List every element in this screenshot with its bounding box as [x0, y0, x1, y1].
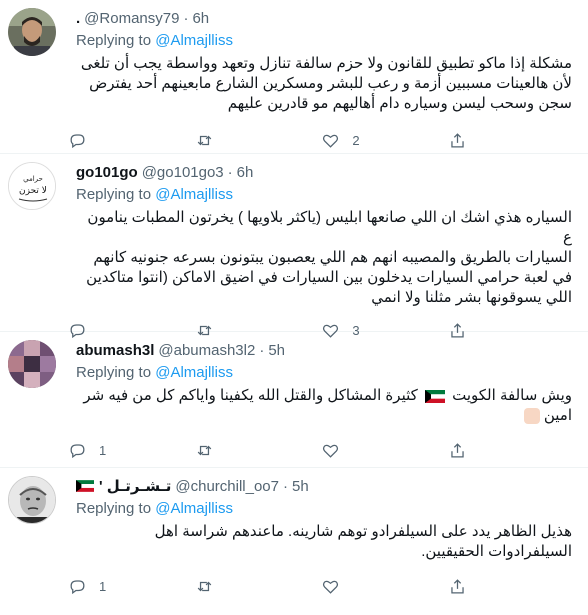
share-button[interactable] [448, 131, 508, 150]
replying-to: Replying to @Almajlliss [76, 30, 572, 52]
timestamp[interactable]: 5h [292, 478, 309, 495]
timestamp[interactable]: 5h [268, 342, 285, 359]
user-handle[interactable]: @churchill_oo7 [175, 478, 279, 495]
display-name[interactable]: go101go [76, 164, 138, 181]
replying-to: Replying to @Almajlliss [76, 184, 572, 206]
display-name[interactable]: . [76, 10, 80, 27]
reply-button[interactable]: 1 [68, 577, 128, 596]
avatar[interactable] [8, 476, 56, 524]
separator-dot: · [259, 341, 265, 359]
like-icon [323, 134, 339, 148]
kuwait-flag-icon [424, 389, 445, 403]
mention-link[interactable]: @Almajlliss [155, 186, 233, 203]
reply-button[interactable]: 1 [68, 441, 128, 460]
user-handle[interactable]: @go101go3 [142, 164, 224, 181]
replying-to: Replying to @Almajlliss [76, 362, 572, 384]
retweet-icon [197, 581, 211, 591]
reply-count: 1 [99, 442, 107, 458]
user-handle[interactable]: @Romansy79 [84, 10, 179, 27]
tweet-text: السياره هذي اشك ان اللي صانعها ابليس (يا… [86, 209, 572, 306]
like-icon [323, 444, 339, 458]
tweet-text: ويش سالفة الكويت كثيرة المشاكل والقتل ال… [76, 386, 572, 426]
text-part: كثيرة المشاكل والقتل الله يكفينا واياكم … [83, 387, 418, 404]
mention-link[interactable]: @Almajlliss [155, 364, 233, 381]
avatar[interactable] [8, 8, 56, 56]
reply-count: 1 [99, 578, 107, 594]
replying-prefix: Replying to [76, 32, 156, 49]
tweet[interactable]: . @Romansy79 · 6h Replying to @Almajllis… [0, 0, 588, 154]
share-icon [451, 578, 464, 593]
replying-prefix: Replying to [76, 186, 156, 203]
action-bar: 1 [68, 566, 508, 606]
like-button[interactable] [321, 441, 381, 460]
tweet-header: go101go @go101go3 · 6h [76, 162, 572, 182]
reply-icon [70, 443, 85, 458]
timestamp[interactable]: 6h [192, 10, 209, 27]
mention-link[interactable]: @Almajlliss [155, 500, 233, 517]
reply-icon [70, 133, 85, 148]
avatar[interactable] [8, 340, 56, 388]
separator-dot: · [283, 477, 288, 495]
retweet-button[interactable] [195, 131, 255, 150]
replying-prefix: Replying to [76, 364, 156, 381]
text-part: امين [543, 407, 572, 424]
tweet[interactable]: ' تـشـرتـل @churchill_oo7 · 5h Replying … [0, 468, 588, 615]
tweet-text: مشكلة إذا ماكو تطبيق للقانون ولا حزم سال… [80, 55, 572, 112]
share-button[interactable] [448, 441, 508, 460]
mention-link[interactable]: @Almajlliss [155, 32, 233, 49]
retweet-icon [197, 445, 211, 455]
text-part: ويش سالفة الكويت [452, 387, 572, 404]
svg-text:لا تحزن: لا تحزن [19, 186, 47, 196]
praying-hands-icon [523, 408, 540, 425]
display-name[interactable]: abumash3l [76, 342, 154, 359]
share-button[interactable] [448, 577, 508, 596]
like-icon [323, 580, 339, 594]
like-button[interactable] [321, 577, 381, 596]
tweet[interactable]: abumash3l @abumash3l2 · 5h Replying to @… [0, 332, 588, 468]
tweet-text: هذيل الظاهر يدد على السيلفرادو توهم شاري… [154, 523, 572, 560]
share-icon [451, 132, 464, 147]
kuwait-flag-icon [76, 480, 94, 492]
timestamp[interactable]: 6h [237, 164, 254, 181]
retweet-icon [197, 135, 211, 145]
display-name[interactable]: ' تـشـرتـل [99, 477, 171, 495]
reply-icon [70, 579, 85, 594]
svg-text:حرامي: حرامي [23, 175, 43, 183]
action-bar: 1 [68, 430, 508, 470]
tweet[interactable]: حرامي لا تحزن go101go @go101go3 · 6h Rep… [0, 154, 588, 338]
retweet-button[interactable] [195, 441, 255, 460]
share-icon [451, 442, 464, 457]
tweet-header: abumash3l @abumash3l2 · 5h [76, 340, 572, 360]
separator-dot: · [183, 9, 189, 27]
tweet-header: . @Romansy79 · 6h [76, 8, 572, 28]
user-handle[interactable]: @abumash3l2 [158, 342, 255, 359]
reply-button[interactable] [68, 131, 128, 150]
retweet-button[interactable] [195, 577, 255, 596]
separator-dot: · [227, 163, 233, 181]
like-button[interactable]: 2 [321, 131, 381, 150]
replying-to: Replying to @Almajlliss [76, 498, 572, 520]
replying-prefix: Replying to [76, 500, 156, 517]
avatar[interactable]: حرامي لا تحزن [8, 162, 56, 210]
like-count: 2 [352, 132, 360, 148]
tweet-header: ' تـشـرتـل @churchill_oo7 · 5h [76, 476, 572, 496]
reply-feed: . @Romansy79 · 6h Replying to @Almajllis… [0, 0, 588, 615]
